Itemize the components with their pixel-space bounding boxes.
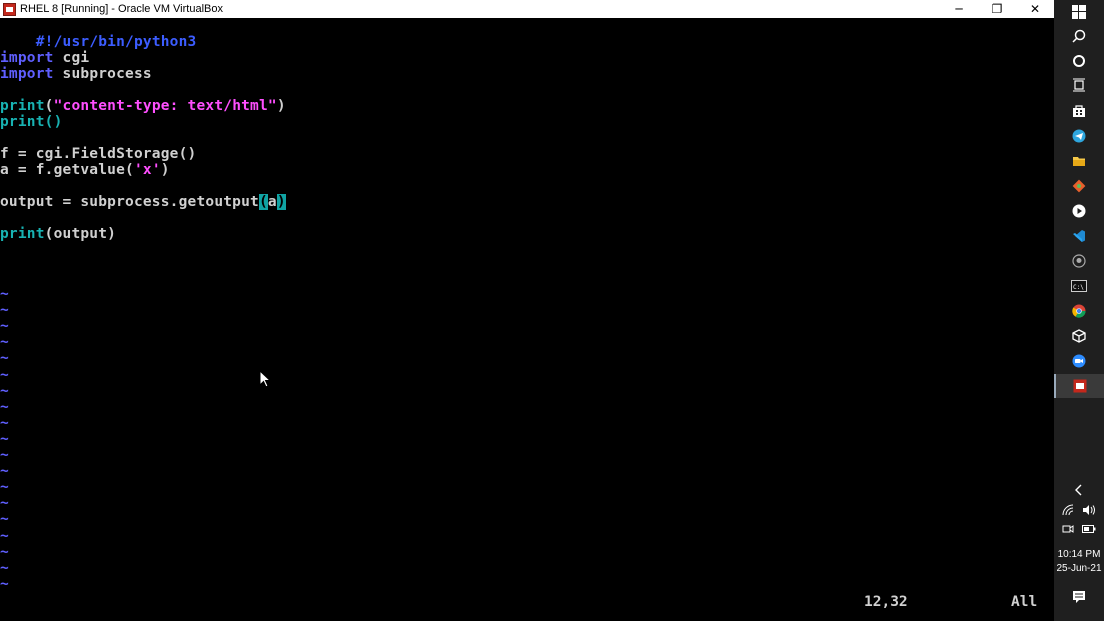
notifications-icon[interactable] — [1054, 585, 1104, 609]
virtualbox-icon[interactable] — [1054, 324, 1104, 348]
empty-line-marker: ~ — [0, 302, 9, 319]
paren-close: ) — [276, 98, 286, 114]
empty-line-marker: ~ — [0, 286, 9, 302]
empty-line-marker: ~ — [0, 350, 9, 367]
argument: a — [267, 194, 277, 210]
battery-icon[interactable] — [1082, 524, 1096, 534]
restore-button[interactable]: ❐ — [978, 0, 1016, 18]
empty-line-marker: ~ — [0, 366, 9, 383]
cursor-position: 12,32 — [864, 594, 908, 610]
keyword-import: import — [0, 66, 54, 82]
telegram-icon[interactable] — [1054, 124, 1104, 148]
network-icon[interactable] — [1062, 504, 1074, 516]
paren-open: ( — [44, 98, 54, 114]
code-text: output = subprocess.getoutput — [0, 194, 259, 210]
volume-icon[interactable] — [1082, 504, 1096, 516]
search-icon[interactable] — [1054, 24, 1104, 48]
code-line-10: a = f.getvalue('x') — [0, 162, 170, 178]
code-line-12: output = subprocess.getoutput(a) — [0, 194, 286, 210]
terminal-icon[interactable]: C:\ — [1054, 274, 1104, 298]
module-name: subprocess — [53, 66, 152, 82]
string-literal: 'x' — [133, 162, 161, 178]
shebang: #!/usr/bin/python3 — [35, 34, 197, 50]
matched-paren-close: ) — [276, 194, 286, 210]
windows-start-icon[interactable] — [1054, 0, 1104, 24]
minimize-button[interactable]: ─ — [940, 0, 978, 18]
mouse-cursor-icon — [259, 370, 271, 388]
empty-line-marker: ~ — [0, 527, 9, 544]
empty-line-marker: ~ — [0, 479, 9, 496]
media-player-icon[interactable] — [1054, 199, 1104, 223]
empty-line-marker: ~ — [0, 543, 9, 560]
window-title: RHEL 8 [Running] - Oracle VM VirtualBox — [20, 3, 223, 15]
module-name: cgi — [53, 50, 90, 66]
system-clock[interactable]: 10:14 PM 25-Jun-21 — [1054, 548, 1104, 576]
github-icon[interactable] — [1054, 249, 1104, 273]
empty-line-marker: ~ — [0, 495, 9, 512]
window-title-bar: RHEL 8 [Running] - Oracle VM VirtualBox … — [0, 0, 1054, 18]
empty-line-marker: ~ — [0, 559, 9, 576]
keyword-import: import — [0, 50, 54, 66]
code-line-9: f = cgi.FieldStorage() — [0, 146, 196, 162]
function-print: print — [0, 226, 45, 242]
vscode-icon[interactable] — [1054, 224, 1104, 248]
clock-date: 25-Jun-21 — [1056, 563, 1102, 574]
empty-line-marker: ~ — [0, 382, 9, 399]
chrome-icon[interactable] — [1054, 299, 1104, 323]
empty-line-marker: ~ — [0, 430, 9, 447]
code-line-3: import cgi — [0, 50, 89, 66]
paren-close: ) — [160, 162, 170, 178]
function-print: print — [0, 98, 45, 114]
function-print-call: print() — [0, 114, 63, 130]
meet-now-icon[interactable] — [1062, 523, 1074, 535]
rhel-vm-icon[interactable] — [1054, 374, 1104, 398]
empty-line-marker: ~ — [0, 463, 9, 480]
close-button[interactable]: ✕ — [1016, 0, 1054, 18]
code-text: f = cgi.FieldStorage() — [0, 146, 197, 162]
code-line-14: print(output) — [0, 226, 116, 242]
git-icon[interactable] — [1054, 174, 1104, 198]
matched-paren-open: ( — [258, 194, 268, 210]
file-explorer-icon[interactable] — [1054, 149, 1104, 173]
taskbar: C:\ 10:14 PM 25-Jun-21 — [1054, 0, 1104, 621]
code-line-7: print() — [0, 114, 63, 130]
code-line-6: print("content-type: text/html") — [0, 98, 286, 114]
empty-line-marker: ~ — [0, 511, 9, 528]
code-text: a = f.getvalue( — [0, 162, 134, 178]
task-view-icon[interactable] — [1054, 73, 1104, 97]
svg-text:C:\: C:\ — [1073, 284, 1084, 291]
virtualbox-app-icon — [3, 2, 16, 16]
empty-line-marker: ~ — [0, 575, 9, 592]
cortana-icon[interactable] — [1054, 49, 1104, 73]
zoom-icon[interactable] — [1054, 349, 1104, 373]
code-line-4: import subprocess — [0, 66, 152, 82]
empty-line-marker: ~ — [0, 414, 9, 431]
empty-line-marker: ~ — [0, 447, 9, 463]
clock-time: 10:14 PM — [1057, 549, 1101, 560]
empty-line-marker: ~ — [0, 318, 9, 335]
window-controls: ─ ❐ ✕ — [940, 0, 1054, 18]
string-literal: "content-type: text/html" — [53, 98, 277, 114]
system-tray-row-2 — [1054, 517, 1104, 541]
store-icon[interactable] — [1054, 99, 1104, 123]
scroll-indicator: All — [1011, 594, 1038, 610]
vim-editor[interactable]: #!/usr/bin/python3 import cgi import sub… — [0, 18, 1054, 621]
empty-line-marker: ~ — [0, 398, 9, 415]
code-text: (output) — [44, 226, 117, 242]
code-line-1: #!/usr/bin/python3 — [0, 18, 197, 50]
empty-line-marker: ~ — [0, 334, 9, 351]
